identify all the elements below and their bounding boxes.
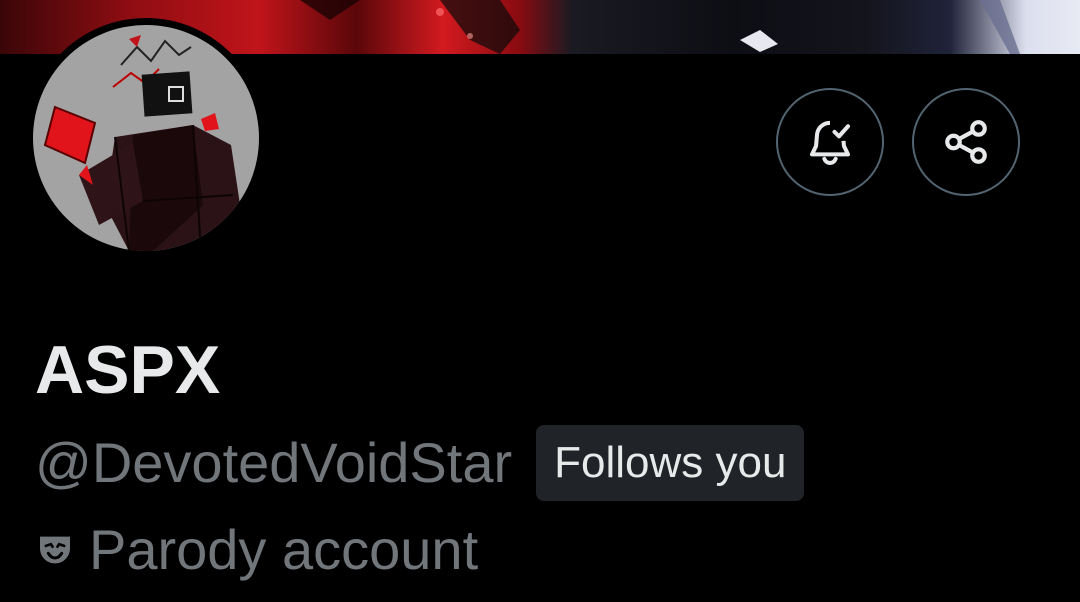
notifications-button[interactable] [776,88,884,196]
display-name: ASPX [35,332,221,408]
share-button[interactable] [912,88,1020,196]
account-label-text: Parody account [89,518,479,581]
theater-mask-icon [40,536,70,564]
follows-you-badge: Follows you [536,425,805,501]
handle-row: @DevotedVoidStar Follows you [35,424,805,502]
bell-check-icon [809,120,851,165]
share-icon [945,120,987,164]
avatar-illustration [43,35,247,251]
account-label[interactable]: Parody account [35,514,478,586]
avatar[interactable] [33,25,259,251]
user-handle: @DevotedVoidStar [35,431,513,494]
